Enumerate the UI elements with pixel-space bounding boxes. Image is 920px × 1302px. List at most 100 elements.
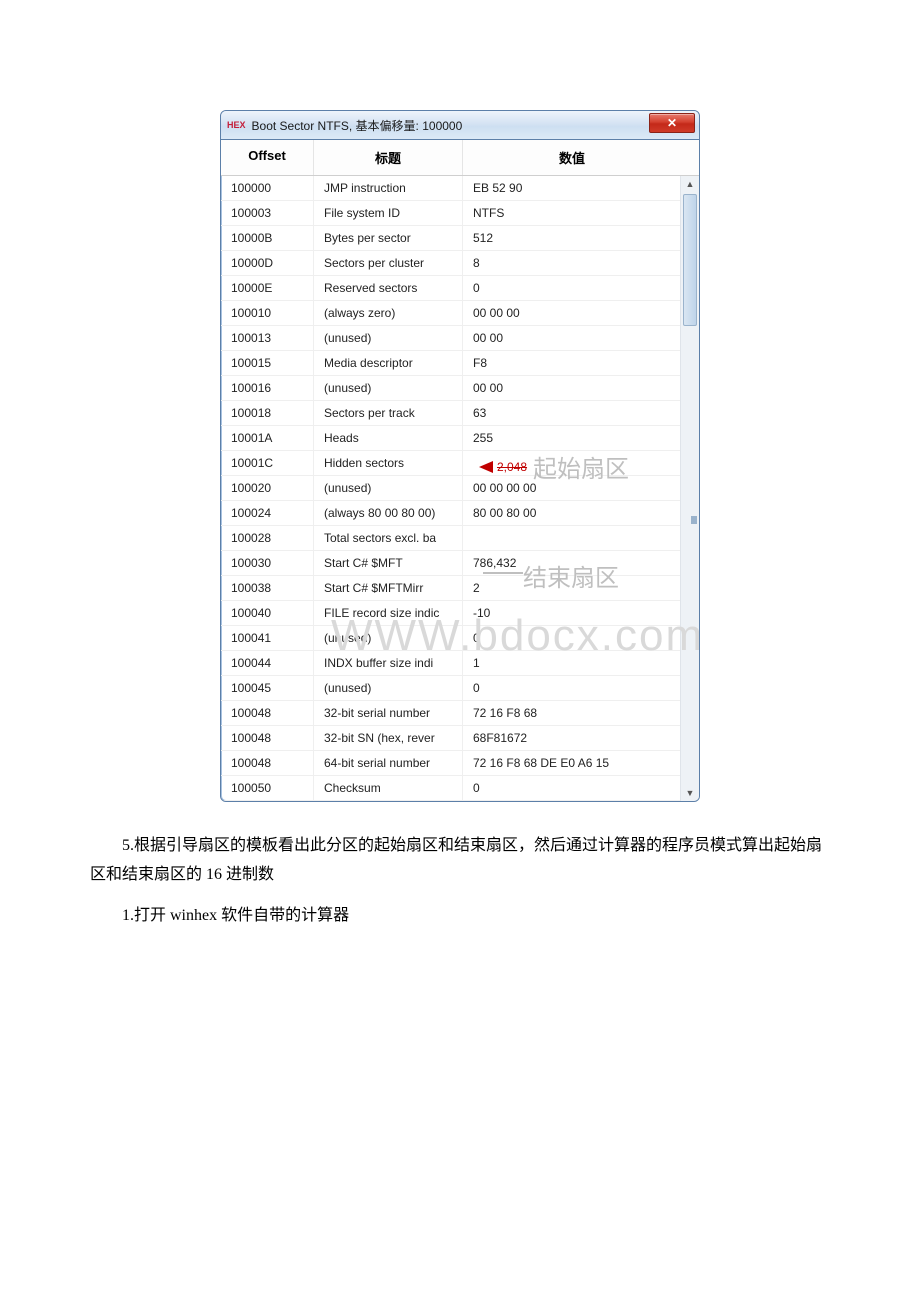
cell-title: Reserved sectors: [313, 276, 462, 300]
cell-value: 72 16 F8 68: [462, 701, 680, 725]
cell-title: (unused): [313, 376, 462, 400]
hex-icon: HEX: [227, 121, 246, 130]
cell-value: 72 16 F8 68 DE E0 A6 15: [462, 751, 680, 775]
cell-offset: 100018: [221, 401, 313, 425]
cell-title: File system ID: [313, 201, 462, 225]
table-row[interactable]: 100018Sectors per track63: [221, 401, 680, 426]
table-row[interactable]: 100028Total sectors excl. ba: [221, 526, 680, 551]
cell-title: 32-bit SN (hex, rever: [313, 726, 462, 750]
table-row[interactable]: 100038Start C# $MFTMirr2: [221, 576, 680, 601]
table-row[interactable]: 100003File system IDNTFS: [221, 201, 680, 226]
cell-value: -10: [462, 601, 680, 625]
table-row[interactable]: 100050Checksum0: [221, 776, 680, 801]
table-row[interactable]: 100000JMP instructionEB 52 90: [221, 176, 680, 201]
cell-title: JMP instruction: [313, 176, 462, 200]
cell-title: 64-bit serial number: [313, 751, 462, 775]
cell-title: (unused): [313, 676, 462, 700]
cell-value: [462, 451, 680, 475]
table-row[interactable]: 10000DSectors per cluster8: [221, 251, 680, 276]
cell-value: 80 00 80 00: [462, 501, 680, 525]
cell-offset: 100016: [221, 376, 313, 400]
cell-value: 00 00: [462, 376, 680, 400]
cell-value: 68F81672: [462, 726, 680, 750]
header-title[interactable]: 标题: [313, 140, 462, 175]
table-row[interactable]: 100040FILE record size indic-10: [221, 601, 680, 626]
table-row[interactable]: 100045(unused)0: [221, 676, 680, 701]
cell-value: 0: [462, 276, 680, 300]
cell-offset: 100000: [221, 176, 313, 200]
table-row[interactable]: 100015Media descriptorF8: [221, 351, 680, 376]
cell-title: Total sectors excl. ba: [313, 526, 462, 550]
dialog-titlebar: HEX Boot Sector NTFS, 基本偏移量: 100000 ✕: [221, 111, 699, 140]
doc-paragraph-1: 5.根据引导扇区的模板看出此分区的起始扇区和结束扇区，然后通过计算器的程序员模式…: [90, 832, 830, 890]
header-offset[interactable]: Offset: [221, 140, 313, 175]
table-row[interactable]: 10004832-bit serial number72 16 F8 68: [221, 701, 680, 726]
dialog-title: Boot Sector NTFS, 基本偏移量: 100000: [252, 117, 463, 134]
table-row[interactable]: 100024(always 80 00 80 00)80 00 80 00: [221, 501, 680, 526]
cell-offset: 100028: [221, 526, 313, 550]
cell-offset: 100048: [221, 751, 313, 775]
cell-offset: 100020: [221, 476, 313, 500]
cell-value: EB 52 90: [462, 176, 680, 200]
cell-offset: 100024: [221, 501, 313, 525]
cell-offset: 100048: [221, 726, 313, 750]
scrollbar[interactable]: ▲ ▼: [680, 176, 699, 801]
cell-value: 255: [462, 426, 680, 450]
cell-offset: 10001A: [221, 426, 313, 450]
cell-offset: 100013: [221, 326, 313, 350]
cell-title: Bytes per sector: [313, 226, 462, 250]
table-row[interactable]: 100016(unused)00 00: [221, 376, 680, 401]
cell-offset: 100015: [221, 351, 313, 375]
table-row[interactable]: 10001AHeads255: [221, 426, 680, 451]
cell-title: Sectors per cluster: [313, 251, 462, 275]
cell-offset: 10001C: [221, 451, 313, 475]
table-row[interactable]: 10001CHidden sectors: [221, 451, 680, 476]
table-body: 100000JMP instructionEB 52 90100003File …: [221, 176, 680, 801]
table-row[interactable]: 100010(always zero)00 00 00: [221, 301, 680, 326]
cell-title: INDX buffer size indi: [313, 651, 462, 675]
cell-title: (always 80 00 80 00): [313, 501, 462, 525]
cell-title: Checksum: [313, 776, 462, 800]
cell-title: Hidden sectors: [313, 451, 462, 475]
scroll-thumb[interactable]: [683, 194, 697, 326]
cell-offset: 100038: [221, 576, 313, 600]
table-row[interactable]: 100030Start C# $MFT786,432: [221, 551, 680, 576]
cell-title: FILE record size indic: [313, 601, 462, 625]
cell-title: (unused): [313, 476, 462, 500]
table-row[interactable]: 100013(unused)00 00: [221, 326, 680, 351]
cell-title: (unused): [313, 626, 462, 650]
table-row[interactable]: 10004832-bit SN (hex, rever68F81672: [221, 726, 680, 751]
table-row[interactable]: 100044INDX buffer size indi1: [221, 651, 680, 676]
close-icon: ✕: [667, 116, 677, 130]
cell-offset: 100050: [221, 776, 313, 800]
cell-offset: 10000D: [221, 251, 313, 275]
cell-value: 8: [462, 251, 680, 275]
cell-title: (unused): [313, 326, 462, 350]
cell-offset: 10000B: [221, 226, 313, 250]
cell-title: Media descriptor: [313, 351, 462, 375]
scroll-down-icon[interactable]: ▼: [681, 785, 699, 801]
table-row[interactable]: 100020(unused)00 00 00 00: [221, 476, 680, 501]
cell-offset: 10000E: [221, 276, 313, 300]
cell-value: 512: [462, 226, 680, 250]
cell-value: 1: [462, 651, 680, 675]
scroll-mark: [691, 516, 697, 524]
scroll-up-icon[interactable]: ▲: [681, 176, 699, 192]
cell-offset: 100040: [221, 601, 313, 625]
cell-offset: 100044: [221, 651, 313, 675]
cell-value: 786,432: [462, 551, 680, 575]
table-row[interactable]: 10000BBytes per sector512: [221, 226, 680, 251]
table-row[interactable]: 10000EReserved sectors0: [221, 276, 680, 301]
close-button[interactable]: ✕: [649, 113, 695, 133]
cell-value: [462, 526, 680, 550]
cell-offset: 100048: [221, 701, 313, 725]
cell-value: 0: [462, 776, 680, 800]
table-row[interactable]: 10004864-bit serial number72 16 F8 68 DE…: [221, 751, 680, 776]
cell-title: Start C# $MFTMirr: [313, 576, 462, 600]
cell-offset: 100045: [221, 676, 313, 700]
cell-value: 00 00 00: [462, 301, 680, 325]
cell-offset: 100041: [221, 626, 313, 650]
cell-offset: 100003: [221, 201, 313, 225]
table-row[interactable]: 100041(unused)0: [221, 626, 680, 651]
header-value[interactable]: 数值: [462, 140, 681, 175]
